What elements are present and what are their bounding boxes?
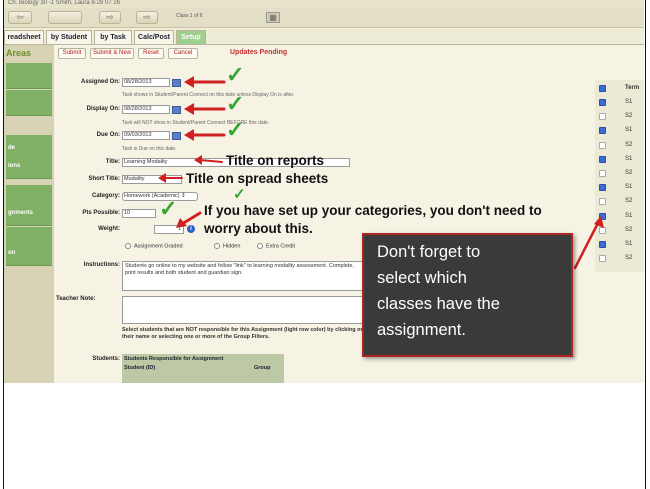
arrow-weight bbox=[180, 211, 202, 226]
callout-line: select which bbox=[377, 269, 467, 287]
callout-line: classes have the bbox=[377, 295, 500, 313]
arrow-title bbox=[199, 159, 223, 163]
annotation-title-on-reports: Title on reports bbox=[226, 153, 325, 168]
arrow-term-checkboxes bbox=[573, 221, 600, 270]
callout-line: assignment. bbox=[377, 321, 466, 339]
annotation-title-on-spreadsheets: Title on spread sheets bbox=[186, 171, 329, 186]
annotation-categories-line2: worry about this. bbox=[204, 221, 313, 236]
callout-box: Don't forget to select which classes hav… bbox=[362, 233, 573, 357]
annotation-categories-line1: If you have set up your categories, you … bbox=[204, 203, 542, 218]
screenshot: Ch. Biology 30 -1 Smith, Laura 8-28 07 2… bbox=[4, 0, 644, 383]
callout-line: Don't forget to bbox=[377, 243, 481, 261]
slide-frame: Ch. Biology 30 -1 Smith, Laura 8-28 07 2… bbox=[3, 0, 646, 489]
